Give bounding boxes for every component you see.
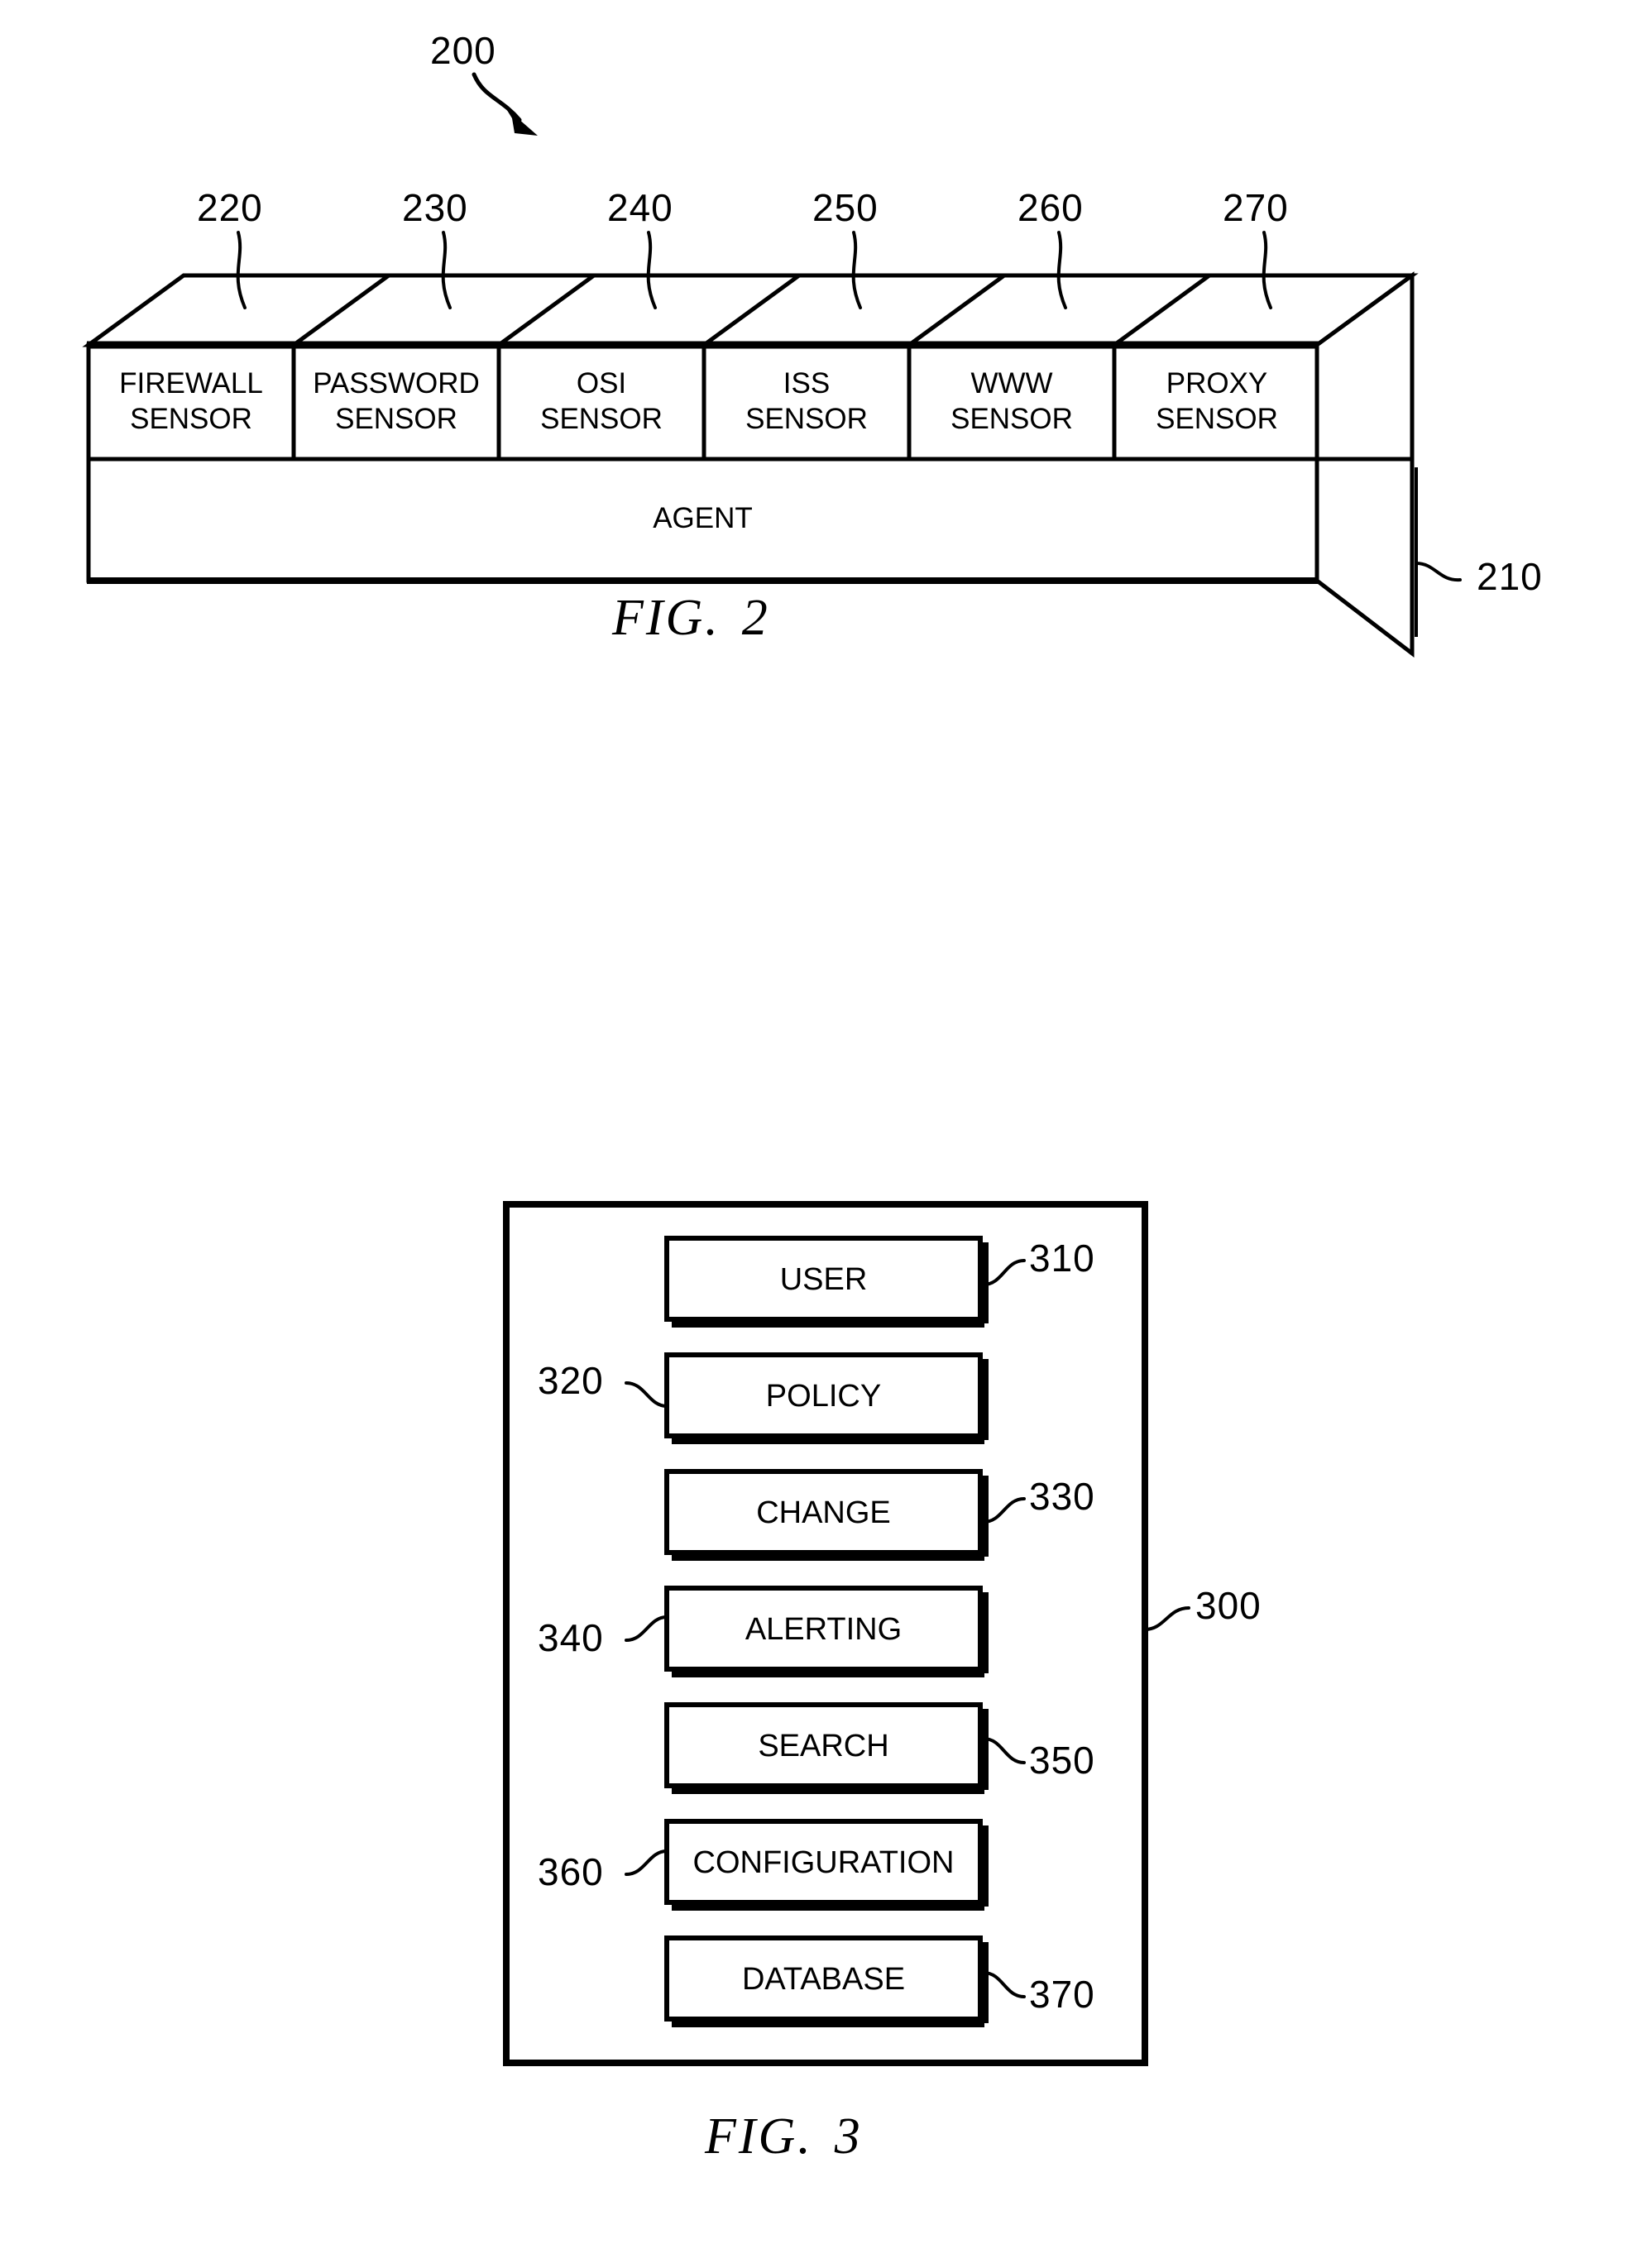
fig2-sensor-password-line2: SENSOR	[335, 402, 457, 435]
fig3-module-ref-330: 330	[1029, 1475, 1095, 1518]
fig3-module-ref-350: 350	[1029, 1739, 1095, 1782]
fig2-assembly-leader	[472, 72, 538, 136]
fig2-caption-number: 2	[741, 590, 770, 646]
fig3-container-ref: 300	[1195, 1584, 1262, 1627]
fig2-sensor-cell-firewall: FIREWALL SENSOR	[89, 366, 294, 437]
fig3-module-ref-320: 320	[538, 1359, 604, 1402]
fig3-module-ref-370: 370	[1029, 1973, 1095, 2016]
fig2-sensor-ref-270: 270	[1223, 186, 1289, 229]
fig2-sensor-ref-240: 240	[607, 186, 673, 229]
fig3-module-label-database: DATABASE	[741, 1962, 906, 1997]
fig2-base-ref: 210	[1477, 555, 1543, 598]
fig2-sensor-leaders	[236, 231, 1272, 309]
fig2-sensor-proxy-line2: SENSOR	[1156, 402, 1278, 435]
fig2-sensor-cell-www: WWW SENSOR	[909, 366, 1114, 437]
fig3-module-ref-310: 310	[1029, 1237, 1095, 1280]
fig2-sensor-ref-230: 230	[402, 186, 468, 229]
fig3-module-label-change: CHANGE	[756, 1495, 891, 1530]
fig2-sensor-iss-line2: SENSOR	[745, 402, 868, 435]
fig3-module-label-alerting: ALERTING	[745, 1612, 903, 1647]
fig2-sensor-firewall-line1: FIREWALL	[119, 367, 263, 400]
fig3-module-ref-360: 360	[538, 1850, 604, 1893]
fig2-sensor-firewall-line2: SENSOR	[130, 402, 252, 435]
fig3-module-label-search: SEARCH	[758, 1729, 889, 1763]
fig2-sensor-ref-260: 260	[1018, 186, 1084, 229]
fig3-module-label-configuration: CONFIGURATION	[692, 1845, 955, 1880]
fig2-assembly	[82, 72, 1462, 658]
fig2-sensor-ref-250: 250	[812, 186, 879, 229]
fig2-caption: FIG. 2	[612, 592, 770, 644]
fig2-sensor-password-line1: PASSWORD	[313, 367, 480, 400]
fig2-sensor-cell-iss: ISS SENSOR	[704, 366, 909, 437]
fig2-assembly-ref: 200	[430, 29, 496, 72]
fig2-sensor-cell-password: PASSWORD SENSOR	[294, 366, 499, 437]
fig3-module-label-user: USER	[779, 1262, 868, 1297]
fig2-sensor-www-line1: WWW	[970, 367, 1053, 400]
fig2-agent-label: AGENT	[653, 502, 753, 534]
fig2-sensor-proxy-line1: PROXY	[1166, 367, 1268, 400]
fig2-sensor-cell-osi: OSI SENSOR	[499, 366, 704, 437]
fig2-sensor-cell-proxy: PROXY SENSOR	[1114, 366, 1319, 437]
fig2-top-face	[82, 273, 1419, 347]
fig2-top-dividers	[292, 273, 1211, 347]
fig2-sensor-iss-line1: ISS	[783, 367, 831, 400]
fig3-module-ref-340: 340	[538, 1616, 604, 1659]
fig3-caption-number: 3	[834, 2108, 863, 2165]
fig2-sensor-osi-line2: SENSOR	[540, 402, 663, 435]
fig2-right-face-lower	[1314, 457, 1415, 658]
fig2-sensor-osi-line1: OSI	[576, 367, 627, 400]
fig2-sensor-www-line2: SENSOR	[950, 402, 1073, 435]
fig3-caption: FIG. 3	[705, 2111, 863, 2162]
figure-line-art	[82, 72, 1462, 2066]
fig3-caption-prefix: FIG.	[705, 2108, 813, 2165]
fig2-base-leader	[1415, 467, 1462, 637]
fig3-module-label-policy: POLICY	[765, 1379, 882, 1414]
fig2-right-face-upper	[1314, 271, 1415, 462]
fig2-caption-prefix: FIG.	[612, 590, 721, 646]
fig2-sensor-ref-220: 220	[197, 186, 263, 229]
